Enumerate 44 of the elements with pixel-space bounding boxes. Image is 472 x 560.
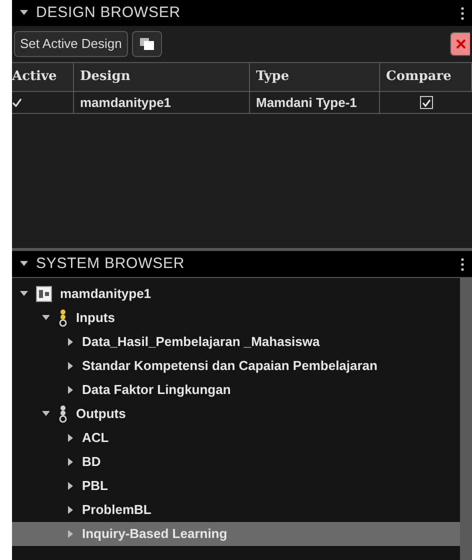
tree-item[interactable]: Data Faktor Lingkungan xyxy=(12,378,460,402)
expand-caret-icon[interactable] xyxy=(68,386,74,394)
input-node-icon xyxy=(58,309,68,327)
close-icon xyxy=(456,39,466,49)
expand-caret-icon[interactable] xyxy=(68,482,74,490)
collapse-caret-icon[interactable] xyxy=(20,261,28,267)
collapse-caret-icon[interactable] xyxy=(42,315,50,321)
tree-item[interactable]: BD xyxy=(12,450,460,474)
more-options-icon[interactable] xyxy=(461,258,464,270)
tree-item[interactable]: Inputs xyxy=(12,306,460,330)
expand-caret-icon[interactable] xyxy=(68,458,74,466)
model-icon xyxy=(36,286,52,302)
expand-caret-icon[interactable] xyxy=(68,506,74,514)
column-header[interactable]: Compare xyxy=(380,63,472,91)
collapse-caret-icon[interactable] xyxy=(20,10,28,16)
tree-item[interactable]: Data_Hasil_Pembelajaran _Mahasiswa xyxy=(12,330,460,354)
scrollbar[interactable] xyxy=(460,278,472,560)
table-cell: mamdanitype1 xyxy=(74,92,250,113)
collapse-caret-icon[interactable] xyxy=(42,411,50,417)
tree-item[interactable]: Standar Kompetensi dan Capaian Pembelajaran xyxy=(12,354,460,378)
expand-caret-icon[interactable] xyxy=(68,362,74,370)
set-active-design-button[interactable]: Set Active Design xyxy=(14,31,128,57)
table-cell: Mamdani Type-1 xyxy=(250,92,380,113)
tree-item[interactable]: mamdanitype1 xyxy=(12,282,460,306)
column-header[interactable]: Active xyxy=(12,63,74,91)
panel-header: SYSTEM BROWSER xyxy=(12,251,472,277)
copy-icon xyxy=(140,38,154,50)
output-node-icon xyxy=(58,405,68,423)
duplicate-button[interactable] xyxy=(132,31,162,57)
expand-caret-icon[interactable] xyxy=(68,338,74,346)
tree-item[interactable]: ProblemBL xyxy=(12,498,460,522)
tree-item[interactable]: ACL xyxy=(12,426,460,450)
tree-item[interactable]: Inquiry-Based Learning xyxy=(12,522,460,546)
expand-caret-icon[interactable] xyxy=(68,434,74,442)
tree-item[interactable]: Outputs xyxy=(12,402,460,426)
more-options-icon[interactable] xyxy=(461,6,464,20)
tree-item[interactable]: PBL xyxy=(12,474,460,498)
compare-checkbox[interactable] xyxy=(420,96,432,109)
column-header[interactable]: Type xyxy=(250,63,380,91)
delete-button[interactable] xyxy=(450,32,470,56)
panel-header: DESIGN BROWSER xyxy=(12,0,472,26)
collapse-caret-icon[interactable] xyxy=(20,291,28,297)
table-row[interactable]: mamdanitype1 Mamdani Type-1 xyxy=(12,92,472,114)
column-header[interactable]: Design xyxy=(74,63,250,91)
